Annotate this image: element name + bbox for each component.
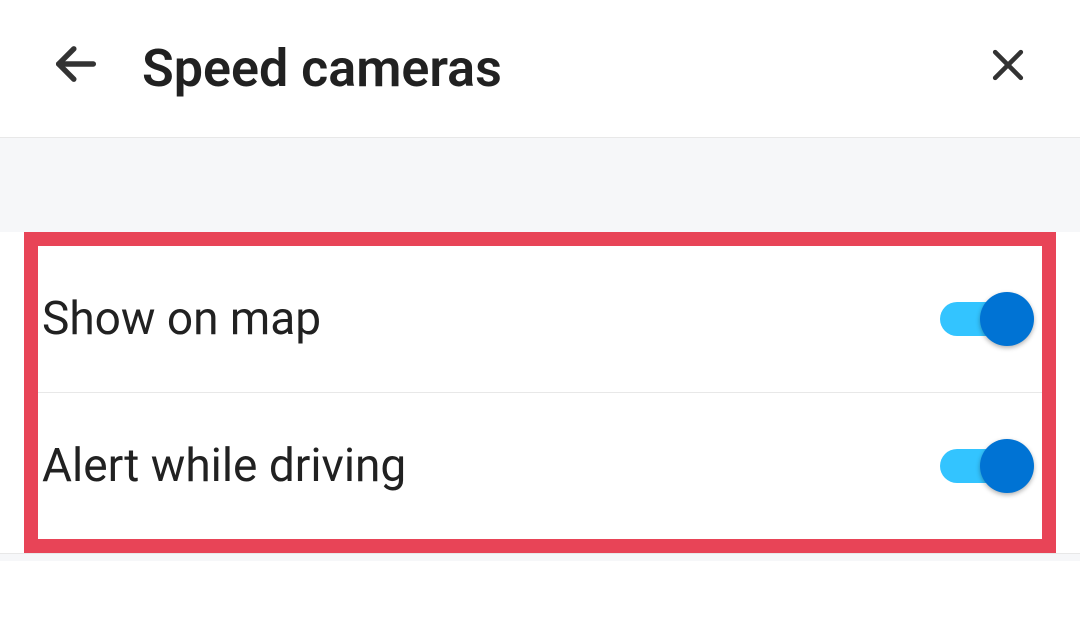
bottom-divider	[0, 553, 1080, 561]
toggle-thumb	[980, 439, 1034, 493]
setting-label: Alert while driving	[42, 439, 406, 493]
settings-highlight-box: Show on map Alert while driving	[24, 232, 1056, 553]
header-separator	[0, 137, 1080, 232]
toggle-thumb	[980, 292, 1034, 346]
page-title: Speed cameras	[142, 38, 502, 99]
close-icon[interactable]	[986, 43, 1030, 95]
setting-label: Show on map	[42, 292, 321, 346]
setting-row-alert-while-driving[interactable]: Alert while driving	[38, 393, 1042, 539]
header: Speed cameras	[0, 0, 1080, 137]
setting-row-show-on-map[interactable]: Show on map	[38, 246, 1042, 393]
back-arrow-icon[interactable]	[50, 38, 102, 99]
toggle-alert-while-driving[interactable]	[940, 439, 1036, 493]
toggle-show-on-map[interactable]	[940, 292, 1036, 346]
